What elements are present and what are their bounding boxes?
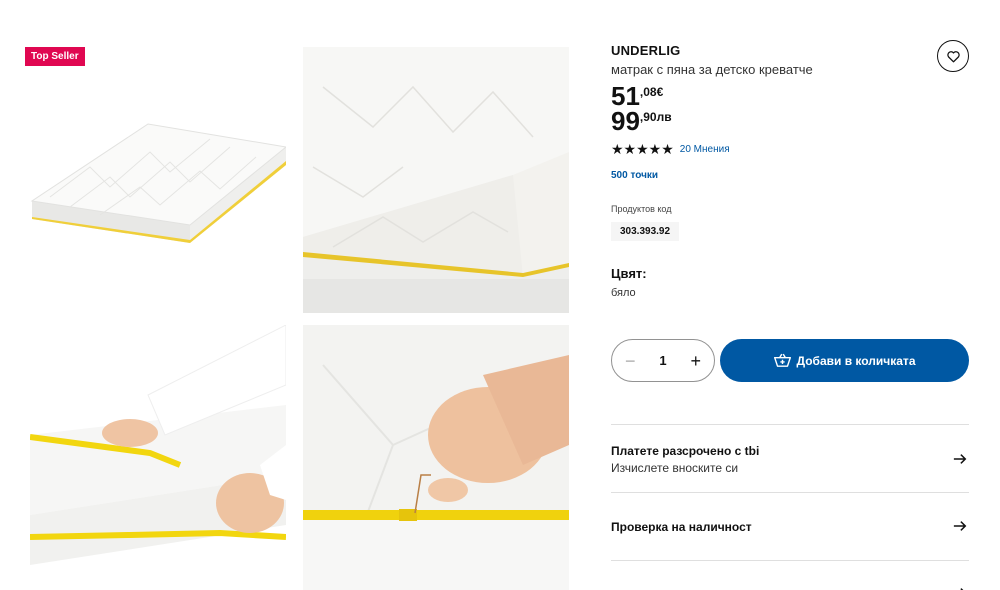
rating[interactable]: ★★★★★ 20 Мнения: [611, 141, 730, 158]
quantity-value[interactable]: 1: [659, 353, 666, 368]
color-value: бяло: [611, 287, 636, 299]
availability-title: Проверка на наличност: [611, 520, 752, 534]
arrow-right-icon: [953, 454, 967, 464]
price-bgn-integer: 99: [611, 106, 640, 136]
loyalty-points: 500 точки: [611, 170, 659, 181]
quantity-stepper[interactable]: − 1 +: [611, 339, 715, 382]
favorite-button[interactable]: [937, 40, 969, 72]
product-brand: UNDERLIG: [611, 43, 681, 58]
heart-icon: [946, 50, 960, 62]
add-to-cart-button[interactable]: Добави в количката: [720, 339, 969, 382]
next-row[interactable]: [611, 560, 969, 590]
decrease-quantity-button[interactable]: −: [625, 352, 636, 370]
star-rating-icons: ★★★★★: [611, 141, 674, 157]
cart-icon: [773, 353, 791, 367]
installments-subtitle: Изчислете вноските си: [611, 461, 739, 475]
installments-title: Платете разсрочено с tbi: [611, 444, 760, 458]
product-subtitle: матрак с пяна за детско креватче: [611, 62, 813, 77]
installments-row[interactable]: Платете разсрочено с tbi Изчислете вноск…: [611, 424, 969, 492]
availability-row[interactable]: Проверка на наличност: [611, 492, 969, 560]
arrow-right-icon: [960, 588, 964, 590]
reviews-link[interactable]: 20 Мнения: [680, 144, 730, 155]
color-label: Цвят:: [611, 266, 647, 281]
increase-quantity-button[interactable]: +: [690, 352, 701, 370]
product-image-3[interactable]: [30, 325, 286, 585]
product-image-4[interactable]: [303, 325, 569, 590]
price-bgn: 99,90лв: [611, 108, 672, 135]
add-to-cart-label: Добави в количката: [796, 353, 916, 368]
product-gallery: Top Seller: [0, 0, 590, 590]
price-eur-fraction: ,08€: [639, 85, 664, 99]
product-code-label: Продуктов код: [611, 204, 672, 214]
top-seller-badge: Top Seller: [25, 47, 85, 66]
product-image-2[interactable]: [303, 47, 569, 313]
price-bgn-fraction: ,90лв: [639, 110, 672, 124]
product-code: 303.393.92: [611, 222, 680, 241]
product-image-1[interactable]: [30, 47, 286, 313]
arrow-right-icon: [953, 521, 967, 531]
